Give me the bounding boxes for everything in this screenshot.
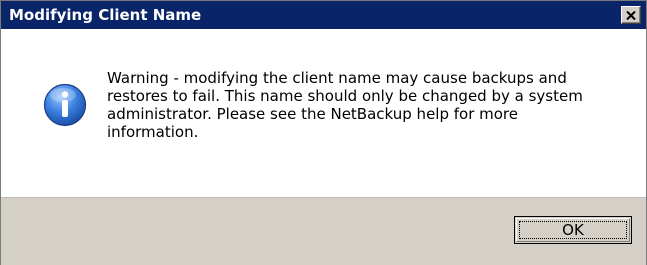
info-icon: [43, 83, 87, 127]
button-bar: OK: [1, 197, 646, 265]
ok-button[interactable]: OK: [514, 216, 632, 244]
window-title: Modifying Client Name: [9, 6, 202, 24]
ok-button-label: OK: [562, 221, 584, 239]
close-icon: [626, 10, 636, 20]
warning-message: Warning - modifying the client name may …: [107, 69, 583, 141]
close-button[interactable]: [621, 6, 641, 24]
title-bar[interactable]: Modifying Client Name: [1, 1, 646, 29]
modifying-client-name-dialog: Modifying Client Name Warning - modifyin…: [0, 0, 647, 265]
dialog-body: Warning - modifying the client name may …: [1, 29, 646, 197]
